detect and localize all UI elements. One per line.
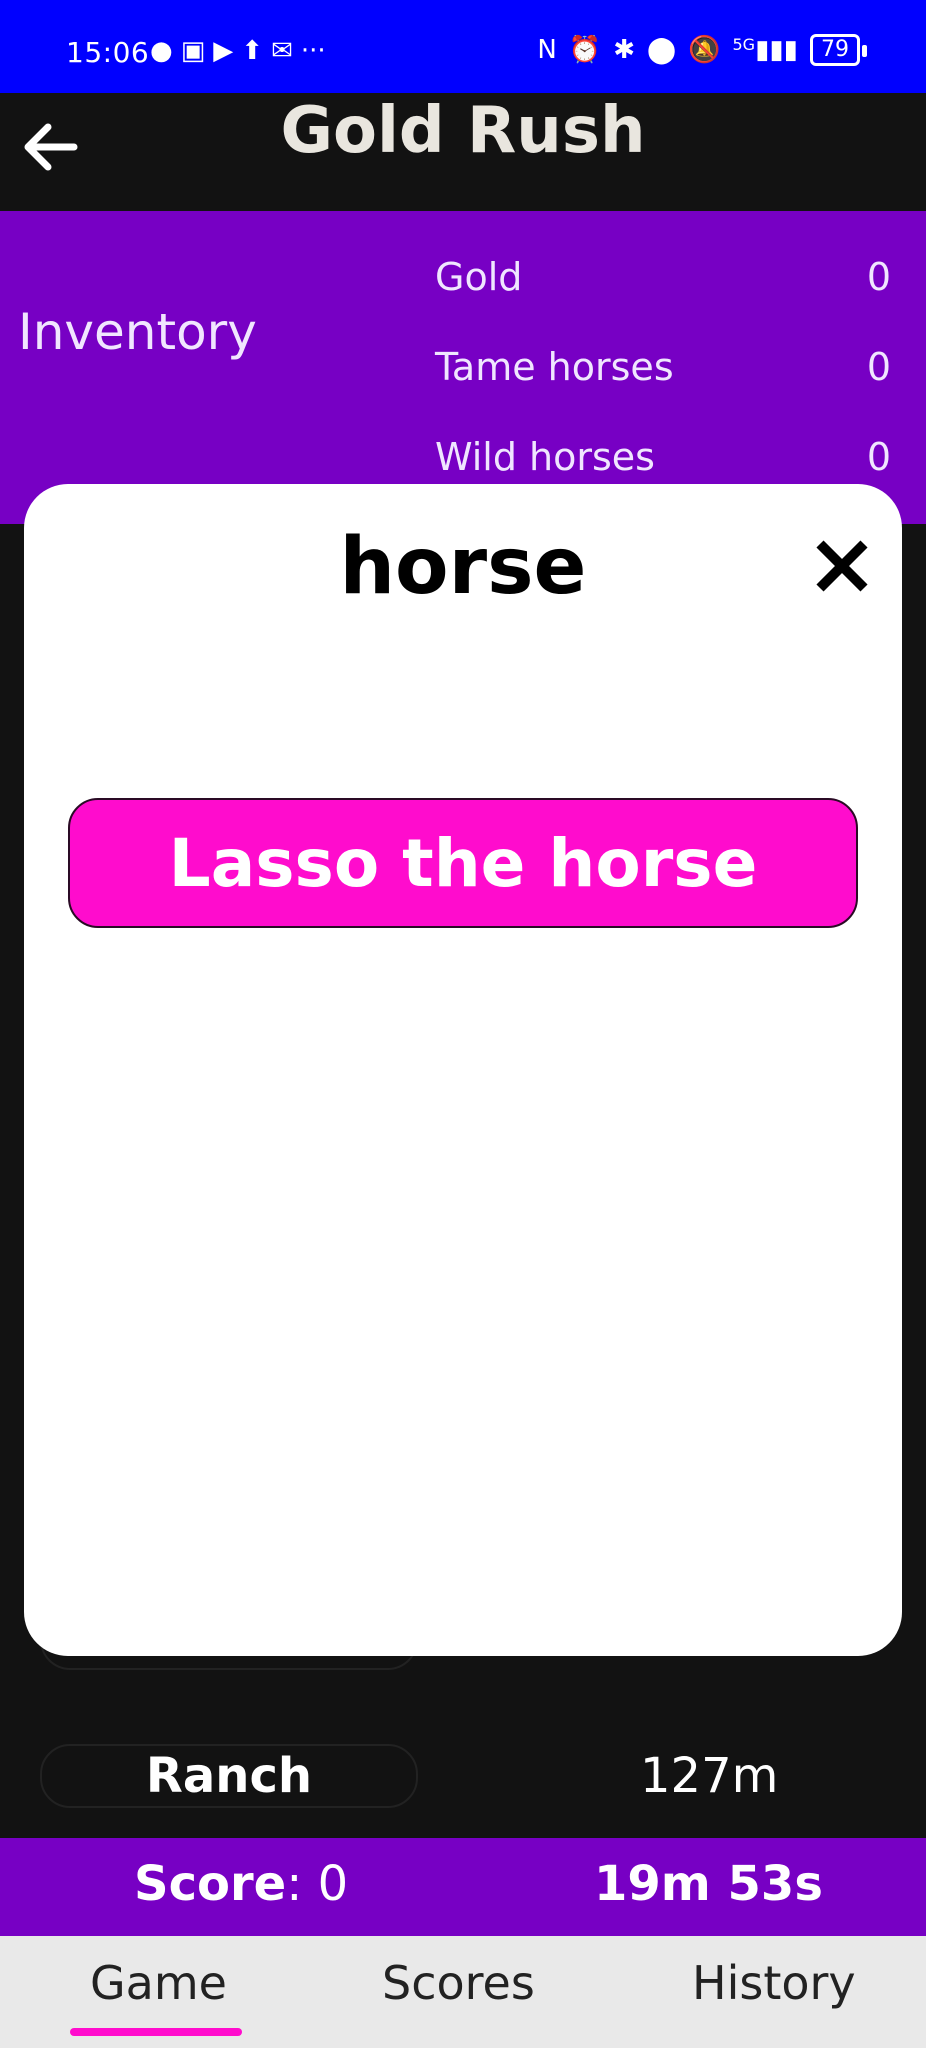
tab-history[interactable]: History [692,1956,856,2010]
inventory-panel: Inventory Gold 0 Tame horses 0 Wild hors… [0,211,926,524]
status-left-icons: ● ▣ ▶ ⬆ ✉ ··· [150,36,326,66]
page-title: Gold Rush [280,94,646,168]
upload-icon: ⬆ [241,36,264,66]
chat-icon: ● [150,36,173,66]
gmail-icon: ✉ [271,36,293,66]
inventory-label: Inventory [18,303,257,361]
battery-icon: 79 [810,34,867,66]
horse-dialog: horse Lasso the horse [24,484,902,1656]
inventory-item-value: 0 [866,255,891,299]
score-value: : 0 [286,1856,349,1912]
ranch-button[interactable]: Ranch [40,1744,418,1808]
score-bar: Score: 0 19m 53s [0,1838,926,1936]
ranch-distance: 127m [640,1748,779,1804]
dialog-title: horse [339,522,587,612]
score-label: Score [134,1856,287,1912]
timer: 19m 53s [594,1856,823,1912]
teams-icon: ▣ [180,36,206,66]
mute-icon: 🔕 [688,35,721,65]
inventory-item-label: Wild horses [435,435,655,479]
close-icon [816,540,868,592]
signal-5g-icon: 5G▮▮▮ [732,35,798,65]
inventory-item-gold: Gold 0 [435,255,891,299]
tab-scores[interactable]: Scores [382,1956,535,2010]
active-tab-indicator [70,2028,242,2036]
inventory-item-label: Gold [435,255,523,299]
battery-level: 79 [821,37,849,62]
inventory-item-value: 0 [866,435,891,479]
inventory-item-value: 0 [866,345,891,389]
location-icon: ⬤ [647,35,677,65]
location-row: Ranch 127m [0,1744,926,1808]
bluetooth-icon: ✱ [613,35,635,65]
bottom-nav: Game Scores History [0,1936,926,2048]
youtube-icon: ▶ [213,36,234,66]
status-right-icons: N ⏰ ✱ ⬤ 🔕 5G▮▮▮ 79 [537,34,867,66]
inventory-item-tame-horses: Tame horses 0 [435,345,891,389]
status-time: 15:06 [66,36,150,69]
more-icon: ··· [300,36,326,66]
score: Score: 0 [134,1856,348,1912]
app-bar: Gold Rush [0,93,926,211]
inventory-item-label: Tame horses [435,345,674,389]
inventory-item-wild-horses: Wild horses 0 [435,435,891,479]
tab-game[interactable]: Game [90,1956,227,2010]
alarm-icon: ⏰ [568,35,602,65]
nfc-icon: N [537,35,557,65]
close-button[interactable] [810,534,874,598]
lasso-horse-button[interactable]: Lasso the horse [68,798,858,928]
status-bar: 15:06 ● ▣ ▶ ⬆ ✉ ··· N ⏰ ✱ ⬤ 🔕 5G▮▮▮ 79 [0,0,926,93]
